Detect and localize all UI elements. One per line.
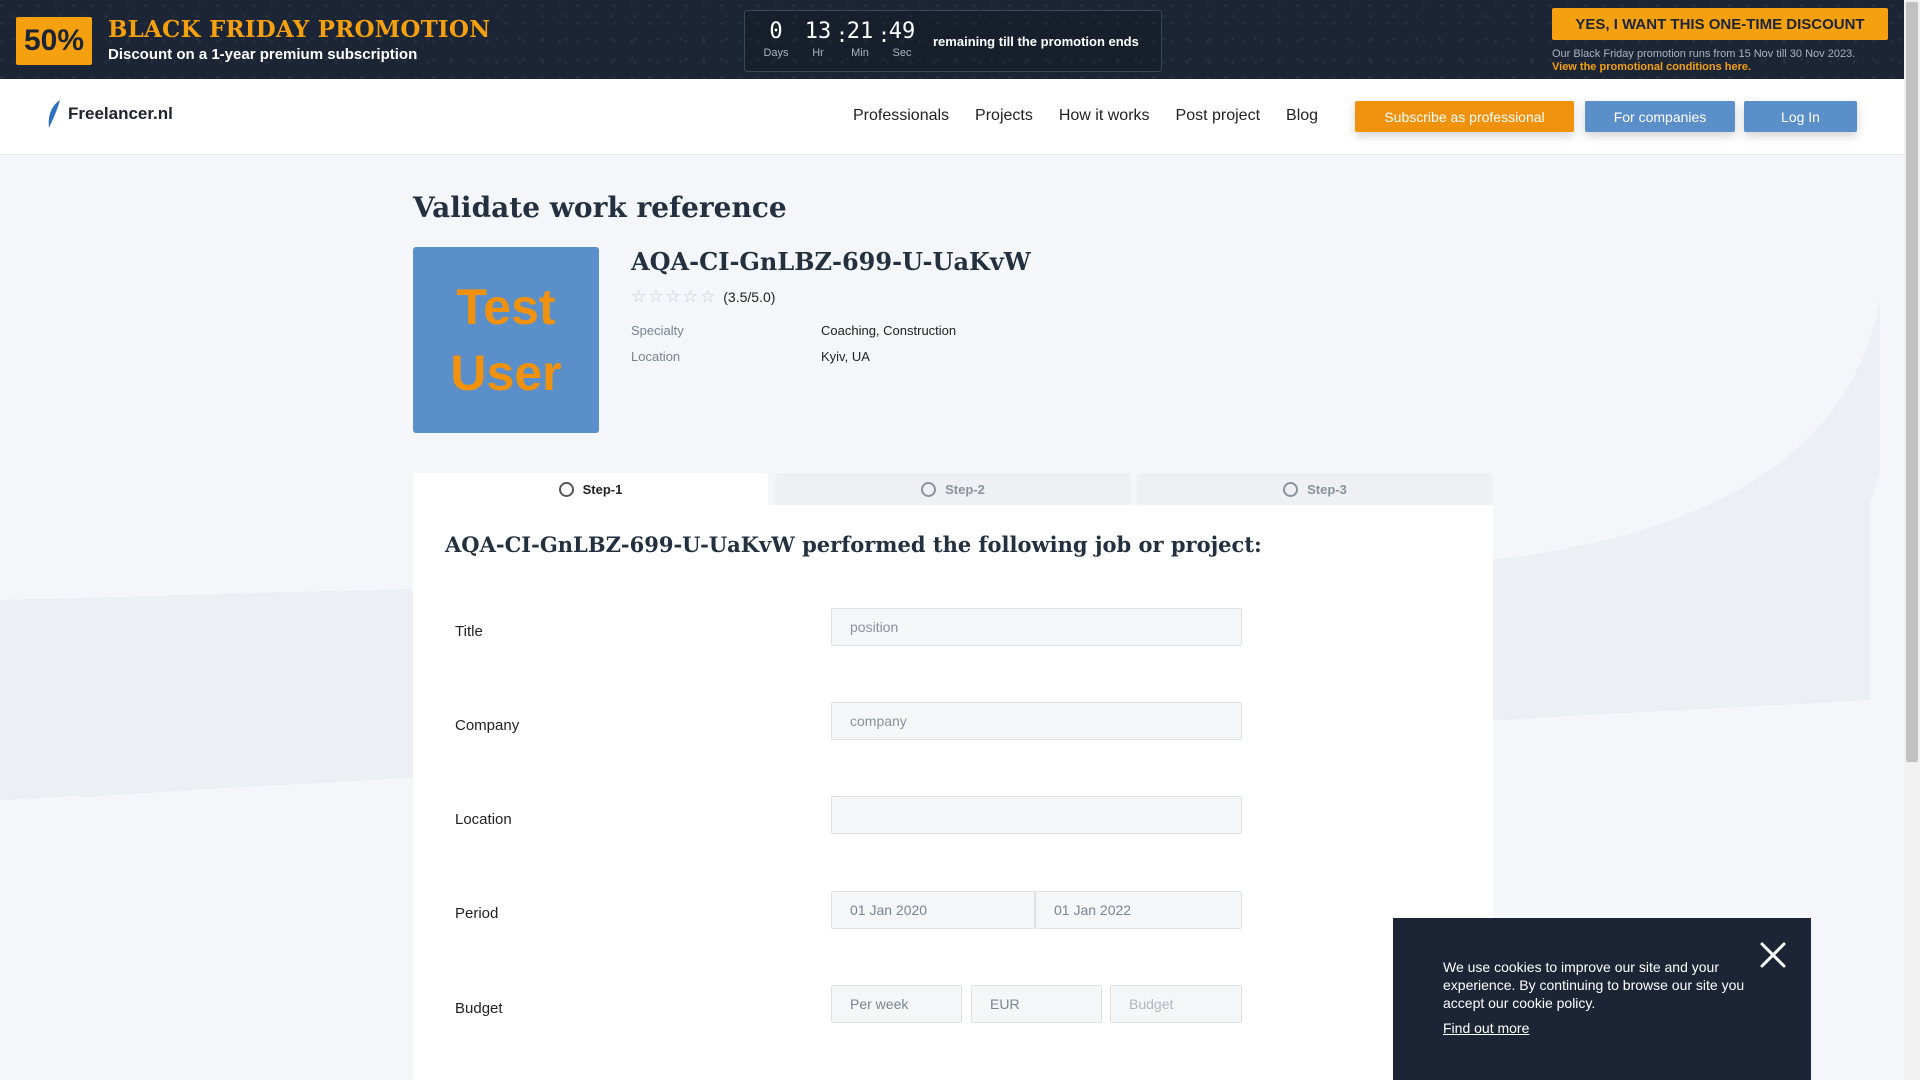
timer-hours-label: Hr: [812, 47, 824, 59]
title-label: Title: [455, 623, 483, 640]
page-title: Validate work reference: [413, 191, 787, 224]
avatar-text-line2: User: [450, 345, 562, 401]
location-field-label: Location: [455, 811, 512, 828]
feather-icon: [48, 100, 60, 128]
specialty-value: Coaching, Construction: [821, 323, 957, 338]
tab-step-3[interactable]: Step-3: [1137, 473, 1493, 505]
timer-days-label: Days: [763, 47, 789, 59]
budget-amount-input[interactable]: Budget: [1110, 985, 1242, 1023]
subscribe-button[interactable]: Subscribe as professional: [1355, 101, 1574, 132]
budget-frequency-select[interactable]: Per week: [831, 985, 962, 1023]
period-from-input[interactable]: 01 Jan 2020: [831, 891, 1035, 929]
cookie-banner: We use cookies to improve our site and y…: [1393, 918, 1811, 1080]
company-input[interactable]: company: [831, 702, 1242, 740]
timer-seconds-label: Sec: [892, 47, 912, 59]
radio-circle-icon: [558, 481, 574, 497]
timer-minutes-label: Min: [851, 47, 869, 59]
timer-remaining-text: remaining till the promotion ends: [933, 34, 1139, 49]
page-scrollbar-thumb[interactable]: [1906, 2, 1918, 762]
timer-hours-value: 13: [804, 19, 832, 44]
for-companies-button[interactable]: For companies: [1585, 101, 1735, 132]
location-value: Kyiv, UA: [821, 349, 870, 364]
timer-days-value: 0: [769, 19, 783, 44]
specialty-label: Specialty: [631, 323, 684, 338]
promo-title: BLACK FRIDAY PROMOTION: [108, 16, 491, 43]
nav-link-professionals[interactable]: Professionals: [853, 107, 949, 125]
radio-circle-icon: [921, 481, 937, 497]
timer-hours: 13 Hr: [801, 19, 835, 60]
period-to-input[interactable]: 01 Jan 2022: [1035, 891, 1242, 929]
reference-form-card: AQA-CI-GnLBZ-699-U-UaKvW performed the f…: [413, 505, 1493, 1080]
tab-step-2[interactable]: Step-2: [775, 473, 1131, 505]
form-title: AQA-CI-GnLBZ-699-U-UaKvW performed the f…: [445, 532, 1262, 557]
rating-stars: ☆ ☆ ☆ ☆ ☆ (3.5/5.0): [631, 287, 775, 307]
promo-note: Our Black Friday promotion runs from 15 …: [1552, 48, 1856, 60]
discount-cta-button[interactable]: YES, I WANT THIS ONE-TIME DISCOUNT: [1552, 8, 1888, 40]
promo-subtitle: Discount on a 1-year premium subscriptio…: [108, 46, 418, 63]
promo-banner: 50% BLACK FRIDAY PROMOTION Discount on a…: [0, 0, 1904, 79]
cookie-text: We use cookies to improve our site and y…: [1443, 959, 1745, 1011]
promo-conditions-link[interactable]: View the promotional conditions here.: [1552, 61, 1751, 73]
logo-text: Freelancer.nl: [68, 104, 173, 123]
location-input[interactable]: [831, 796, 1242, 834]
nav-link-projects[interactable]: Projects: [975, 107, 1033, 125]
radio-circle-icon: [1283, 481, 1299, 497]
rating-text: (3.5/5.0): [723, 289, 776, 305]
timer-days: 0 Days: [759, 19, 793, 60]
nav-links: Professionals Projects How it works Post…: [853, 107, 1318, 125]
nav-link-blog[interactable]: Blog: [1286, 107, 1318, 125]
timer-minutes-value: 21: [846, 19, 874, 44]
star-icon: ☆: [665, 287, 681, 306]
avatar-text-line1: Test: [456, 279, 556, 335]
close-icon[interactable]: [1760, 942, 1786, 968]
discount-badge: 50%: [16, 17, 92, 65]
timer-minutes: 21 Min: [843, 19, 877, 60]
company-label: Company: [455, 717, 520, 734]
site-logo[interactable]: Freelancer.nl: [46, 99, 173, 129]
star-icon: ☆: [648, 287, 664, 306]
tab-step-3-label: Step-3: [1307, 481, 1347, 497]
star-icon: ☆: [631, 287, 647, 306]
profile-name: AQA-CI-GnLBZ-699-U-UaKvW: [631, 247, 1031, 276]
star-icon: ☆: [700, 287, 716, 306]
nav-link-how-it-works[interactable]: How it works: [1059, 107, 1150, 125]
avatar: Test User: [413, 247, 599, 433]
budget-label: Budget: [455, 1000, 503, 1017]
main-navigation: Freelancer.nl Professionals Projects How…: [0, 79, 1904, 155]
star-icon: ☆: [682, 287, 698, 306]
timer-seconds-value: 49: [888, 19, 916, 44]
nav-link-post-project[interactable]: Post project: [1176, 107, 1260, 125]
tab-step-1[interactable]: Step-1: [413, 473, 768, 505]
period-label: Period: [455, 905, 499, 922]
location-label: Location: [631, 349, 681, 364]
login-button[interactable]: Log In: [1744, 101, 1857, 132]
tab-step-2-label: Step-2: [945, 481, 985, 497]
title-input[interactable]: position: [831, 608, 1242, 646]
timer-seconds: 49 Sec: [885, 19, 919, 60]
countdown-timer: 0 Days 13 Hr : 21 Min : 49 Sec remaining…: [744, 10, 1162, 72]
step-tabs: Step-1 Step-2 Step-3: [413, 473, 1493, 505]
budget-currency-select[interactable]: EUR: [971, 985, 1102, 1023]
cookie-find-out-more-link[interactable]: Find out more: [1443, 1020, 1529, 1036]
tab-step-1-label: Step-1: [582, 481, 623, 497]
